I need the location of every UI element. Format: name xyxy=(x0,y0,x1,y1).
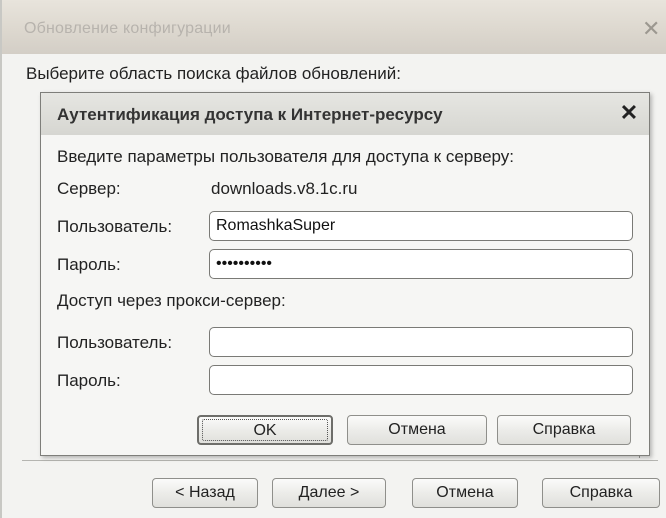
window-title: Обновление конфигурации xyxy=(24,20,231,37)
password-label: Пароль: xyxy=(57,255,121,274)
back-button[interactable]: < Назад xyxy=(152,478,258,508)
cancel-button[interactable]: Отмена xyxy=(412,478,518,508)
server-value: downloads.v8.1c.ru xyxy=(211,179,358,198)
next-button[interactable]: Далее > xyxy=(272,478,386,508)
dialog-intro-text: Введите параметры пользователя для досту… xyxy=(57,147,515,166)
dialog-help-button[interactable]: Справка xyxy=(497,415,631,445)
dialog-titlebar[interactable]: Аутентификация доступа к Интернет-ресурс… xyxy=(41,93,649,135)
proxy-user-label: Пользователь: xyxy=(57,333,173,352)
footer-divider xyxy=(22,460,658,461)
user-label: Пользователь: xyxy=(57,217,173,236)
help-button[interactable]: Справка xyxy=(542,478,660,508)
proxy-password-field[interactable] xyxy=(209,365,633,395)
update-config-window: Обновление конфигурации ✕ Выберите облас… xyxy=(0,0,666,518)
search-area-prompt: Выберите область поиска файлов обновлени… xyxy=(26,64,402,83)
proxy-user-field[interactable] xyxy=(209,327,633,357)
window-titlebar[interactable]: Обновление конфигурации ✕ xyxy=(2,0,666,54)
auth-dialog: Аутентификация доступа к Интернет-ресурс… xyxy=(40,92,650,456)
proxy-section-heading: Доступ через прокси-сервер: xyxy=(57,291,286,310)
proxy-password-label: Пароль: xyxy=(57,371,121,390)
dialog-cancel-button[interactable]: Отмена xyxy=(347,415,487,445)
dialog-title: Аутентификация доступа к Интернет-ресурс… xyxy=(57,105,443,124)
focus-ring xyxy=(202,419,328,441)
server-label: Сервер: xyxy=(57,179,121,198)
user-field[interactable] xyxy=(209,211,633,241)
ok-button[interactable]: OK xyxy=(197,415,333,445)
close-icon[interactable]: ✕ xyxy=(615,99,643,127)
close-icon[interactable]: ✕ xyxy=(642,16,666,42)
password-field[interactable] xyxy=(209,249,633,279)
